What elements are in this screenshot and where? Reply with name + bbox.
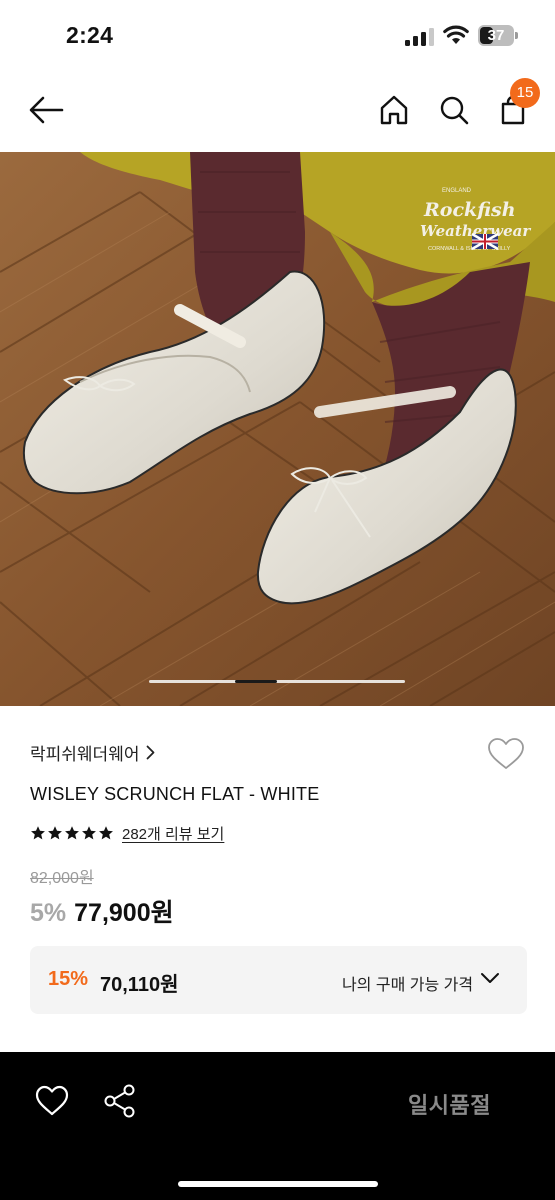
arrow-left-icon	[29, 96, 64, 124]
product-title: WISLEY SCRUNCH FLAT - WHITE	[30, 784, 320, 804]
star-rating	[30, 825, 114, 841]
logo-text-line1: Rockfish	[423, 199, 516, 221]
heart-icon	[488, 738, 524, 769]
wishlist-bottom-button[interactable]	[35, 1085, 69, 1117]
home-button[interactable]	[374, 90, 414, 130]
logo-small-bottom: CORNWALL & ISLES OF SCILLY	[428, 246, 511, 252]
back-button[interactable]	[26, 90, 66, 130]
wifi-icon	[443, 25, 469, 44]
home-icon	[380, 95, 408, 125]
cellular-signal-icon	[405, 28, 434, 46]
search-icon	[440, 96, 469, 125]
carousel-indicator-active	[235, 680, 277, 683]
rating-row: 282개 리뷰 보기	[30, 822, 224, 844]
bottom-action-bar: 일시품절	[0, 1052, 555, 1200]
logo-small-top: ENGLAND	[442, 188, 472, 194]
my-price-label: 나의 구매 가능 가격	[342, 977, 474, 994]
battery-level: 37	[487, 27, 505, 44]
share-icon	[104, 1084, 135, 1118]
brand-name: 락피쉬웨더웨어	[30, 744, 140, 764]
my-price-rate: 15%	[48, 968, 89, 990]
top-nav	[0, 72, 555, 152]
discount-rate: 5%	[30, 899, 67, 927]
battery-icon: 37	[478, 25, 518, 46]
brand-link[interactable]: 락피쉬웨더웨어	[30, 740, 155, 764]
status-bar: 2:24 37	[0, 0, 555, 72]
original-price: 82,000원	[30, 870, 94, 887]
search-button[interactable]	[434, 90, 474, 130]
star-icon	[48, 826, 62, 840]
wishlist-button[interactable]	[487, 737, 525, 773]
union-flag-icon	[471, 232, 499, 251]
status-time: 2:24	[66, 22, 114, 48]
my-price-value: 70,110원	[100, 974, 179, 996]
cart-count-badge: 15	[510, 78, 540, 108]
product-image[interactable]: ENGLAND Rockfish Weatherwear CORNWALL & …	[0, 152, 555, 706]
product-photo: ENGLAND Rockfish Weatherwear CORNWALL & …	[0, 152, 555, 706]
home-indicator[interactable]	[178, 1181, 378, 1187]
price-row: 5% 77,900원	[30, 893, 174, 929]
star-icon	[65, 826, 79, 840]
star-icon	[82, 826, 96, 840]
chevron-right-icon	[146, 745, 155, 760]
share-button[interactable]	[104, 1084, 136, 1118]
star-icon	[31, 826, 45, 840]
chevron-down-icon	[480, 972, 500, 990]
star-icon	[99, 826, 113, 840]
my-price-dropdown[interactable]: 15% 70,110원 나의 구매 가능 가격	[30, 946, 527, 1014]
sale-price: 77,900원	[74, 899, 174, 927]
review-link[interactable]: 282개 리뷰 보기	[122, 823, 224, 844]
heart-icon	[35, 1085, 69, 1116]
carousel-indicator-track	[149, 680, 405, 683]
sold-out-button[interactable]: 일시품절	[408, 1088, 491, 1120]
